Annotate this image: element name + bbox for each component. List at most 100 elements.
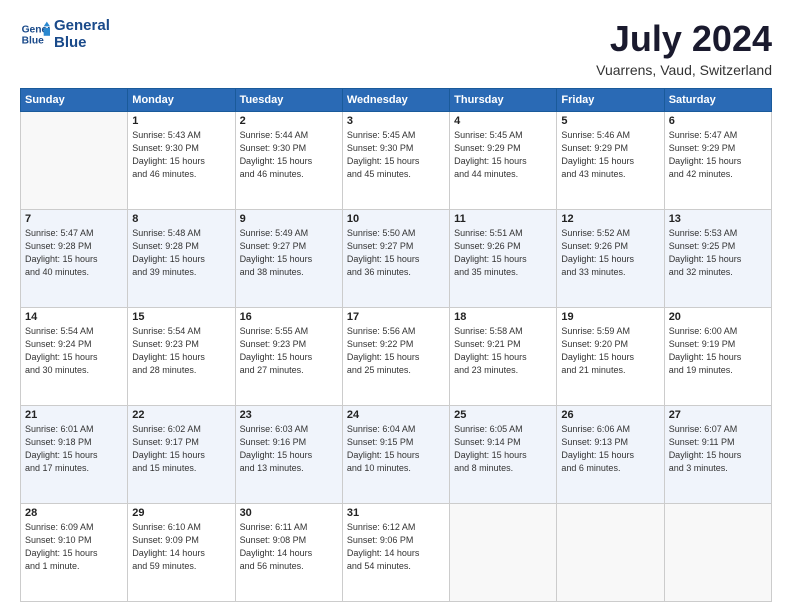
day-number: 23 <box>240 409 338 421</box>
day-info: Sunrise: 6:11 AMSunset: 9:08 PMDaylight:… <box>240 521 338 573</box>
day-info: Sunrise: 5:56 AMSunset: 9:22 PMDaylight:… <box>347 325 445 377</box>
day-number: 15 <box>132 311 230 323</box>
table-row <box>450 504 557 602</box>
day-number: 12 <box>561 213 659 225</box>
table-row: 4 Sunrise: 5:45 AMSunset: 9:29 PMDaylight… <box>450 112 557 210</box>
col-friday: Friday <box>557 89 664 112</box>
col-wednesday: Wednesday <box>342 89 449 112</box>
table-row: 14 Sunrise: 5:54 AMSunset: 9:24 PMDayligh… <box>21 308 128 406</box>
day-number: 14 <box>25 311 123 323</box>
table-row: 21Sunrise: 6:01 AMSunset: 9:18 PMDayligh… <box>21 406 128 504</box>
table-row: 16Sunrise: 5:55 AMSunset: 9:23 PMDayligh… <box>235 308 342 406</box>
day-info: Sunrise: 6:03 AMSunset: 9:16 PMDaylight:… <box>240 423 338 475</box>
day-info: Sunrise: 6:02 AMSunset: 9:17 PMDaylight:… <box>132 423 230 475</box>
day-info: Sunrise: 5:45 AMSunset: 9:29 PMDaylight:… <box>454 129 552 181</box>
day-info: Sunrise: 5:54 AMSunset: 9:23 PMDaylight:… <box>132 325 230 377</box>
day-number: 1 <box>132 115 230 127</box>
day-info: Sunrise: 5:50 AMSunset: 9:27 PMDaylight:… <box>347 227 445 279</box>
table-row: 28Sunrise: 6:09 AMSunset: 9:10 PMDayligh… <box>21 504 128 602</box>
col-thursday: Thursday <box>450 89 557 112</box>
day-number: 13 <box>669 213 767 225</box>
calendar-week-row: 7 Sunrise: 5:47 AMSunset: 9:28 PMDaylight… <box>21 210 772 308</box>
day-number: 10 <box>347 213 445 225</box>
day-info: Sunrise: 5:45 AMSunset: 9:30 PMDaylight:… <box>347 129 445 181</box>
col-monday: Monday <box>128 89 235 112</box>
table-row: 22 Sunrise: 6:02 AMSunset: 9:17 PMDayligh… <box>128 406 235 504</box>
table-row: 8 Sunrise: 5:48 AMSunset: 9:28 PMDaylight… <box>128 210 235 308</box>
day-info: Sunrise: 5:49 AMSunset: 9:27 PMDaylight:… <box>240 227 338 279</box>
table-row <box>664 504 771 602</box>
day-info: Sunrise: 5:58 AMSunset: 9:21 PMDaylight:… <box>454 325 552 377</box>
day-number: 7 <box>25 213 123 225</box>
table-row: 12 Sunrise: 5:52 AMSunset: 9:26 PMDayligh… <box>557 210 664 308</box>
day-info: Sunrise: 5:43 AMSunset: 9:30 PMDaylight:… <box>132 129 230 181</box>
day-info: Sunrise: 5:47 AMSunset: 9:29 PMDaylight:… <box>669 129 767 181</box>
calendar-week-row: 28Sunrise: 6:09 AMSunset: 9:10 PMDayligh… <box>21 504 772 602</box>
day-info: Sunrise: 5:47 AMSunset: 9:28 PMDaylight:… <box>25 227 123 279</box>
table-row: 26 Sunrise: 6:06 AMSunset: 9:13 PMDayligh… <box>557 406 664 504</box>
calendar-week-row: 21Sunrise: 6:01 AMSunset: 9:18 PMDayligh… <box>21 406 772 504</box>
day-number: 6 <box>669 115 767 127</box>
table-row: 25Sunrise: 6:05 AMSunset: 9:14 PMDayligh… <box>450 406 557 504</box>
day-info: Sunrise: 6:04 AMSunset: 9:15 PMDaylight:… <box>347 423 445 475</box>
day-number: 2 <box>240 115 338 127</box>
table-row: 23 Sunrise: 6:03 AMSunset: 9:16 PMDayligh… <box>235 406 342 504</box>
logo-text-line2: Blue <box>54 35 110 52</box>
day-info: Sunrise: 5:59 AMSunset: 9:20 PMDaylight:… <box>561 325 659 377</box>
table-row: 11 Sunrise: 5:51 AMSunset: 9:26 PMDayligh… <box>450 210 557 308</box>
table-row: 31Sunrise: 6:12 AMSunset: 9:06 PMDayligh… <box>342 504 449 602</box>
day-number: 20 <box>669 311 767 323</box>
day-number: 25 <box>454 409 552 421</box>
day-info: Sunrise: 5:54 AMSunset: 9:24 PMDaylight:… <box>25 325 123 377</box>
day-info: Sunrise: 5:48 AMSunset: 9:28 PMDaylight:… <box>132 227 230 279</box>
table-row: 13Sunrise: 5:53 AMSunset: 9:25 PMDayligh… <box>664 210 771 308</box>
table-row: 3 Sunrise: 5:45 AMSunset: 9:30 PMDaylight… <box>342 112 449 210</box>
day-number: 30 <box>240 507 338 519</box>
title-block: July 2024 Vuarrens, Vaud, Switzerland <box>596 18 772 78</box>
table-row <box>557 504 664 602</box>
day-number: 18 <box>454 311 552 323</box>
logo-text-line1: General <box>54 18 110 35</box>
day-info: Sunrise: 6:06 AMSunset: 9:13 PMDaylight:… <box>561 423 659 475</box>
day-number: 24 <box>347 409 445 421</box>
table-row: 5Sunrise: 5:46 AMSunset: 9:29 PMDaylight… <box>557 112 664 210</box>
day-number: 3 <box>347 115 445 127</box>
day-number: 8 <box>132 213 230 225</box>
logo: General Blue General Blue <box>20 18 110 51</box>
table-row <box>21 112 128 210</box>
table-row: 30 Sunrise: 6:11 AMSunset: 9:08 PMDayligh… <box>235 504 342 602</box>
day-info: Sunrise: 5:51 AMSunset: 9:26 PMDaylight:… <box>454 227 552 279</box>
day-number: 28 <box>25 507 123 519</box>
calendar: Sunday Monday Tuesday Wednesday Thursday… <box>20 88 772 602</box>
col-saturday: Saturday <box>664 89 771 112</box>
calendar-week-row: 1 Sunrise: 5:43 AMSunset: 9:30 PMDaylight… <box>21 112 772 210</box>
day-info: Sunrise: 6:12 AMSunset: 9:06 PMDaylight:… <box>347 521 445 573</box>
day-number: 11 <box>454 213 552 225</box>
day-number: 17 <box>347 311 445 323</box>
table-row: 7 Sunrise: 5:47 AMSunset: 9:28 PMDaylight… <box>21 210 128 308</box>
calendar-week-row: 14 Sunrise: 5:54 AMSunset: 9:24 PMDayligh… <box>21 308 772 406</box>
col-tuesday: Tuesday <box>235 89 342 112</box>
day-number: 5 <box>561 115 659 127</box>
day-number: 4 <box>454 115 552 127</box>
day-number: 16 <box>240 311 338 323</box>
day-info: Sunrise: 6:07 AMSunset: 9:11 PMDaylight:… <box>669 423 767 475</box>
table-row: 9Sunrise: 5:49 AMSunset: 9:27 PMDaylight… <box>235 210 342 308</box>
day-number: 22 <box>132 409 230 421</box>
table-row: 18 Sunrise: 5:58 AMSunset: 9:21 PMDayligh… <box>450 308 557 406</box>
subtitle: Vuarrens, Vaud, Switzerland <box>596 62 772 78</box>
calendar-header-row: Sunday Monday Tuesday Wednesday Thursday… <box>21 89 772 112</box>
table-row: 20Sunrise: 6:00 AMSunset: 9:19 PMDayligh… <box>664 308 771 406</box>
day-number: 26 <box>561 409 659 421</box>
table-row: 27Sunrise: 6:07 AMSunset: 9:11 PMDayligh… <box>664 406 771 504</box>
day-info: Sunrise: 5:52 AMSunset: 9:26 PMDaylight:… <box>561 227 659 279</box>
table-row: 10 Sunrise: 5:50 AMSunset: 9:27 PMDayligh… <box>342 210 449 308</box>
table-row: 19 Sunrise: 5:59 AMSunset: 9:20 PMDayligh… <box>557 308 664 406</box>
day-info: Sunrise: 6:01 AMSunset: 9:18 PMDaylight:… <box>25 423 123 475</box>
table-row: 2 Sunrise: 5:44 AMSunset: 9:30 PMDaylight… <box>235 112 342 210</box>
table-row: 29Sunrise: 6:10 AMSunset: 9:09 PMDayligh… <box>128 504 235 602</box>
table-row: 17 Sunrise: 5:56 AMSunset: 9:22 PMDayligh… <box>342 308 449 406</box>
svg-text:Blue: Blue <box>22 35 45 46</box>
day-number: 19 <box>561 311 659 323</box>
day-info: Sunrise: 5:44 AMSunset: 9:30 PMDaylight:… <box>240 129 338 181</box>
